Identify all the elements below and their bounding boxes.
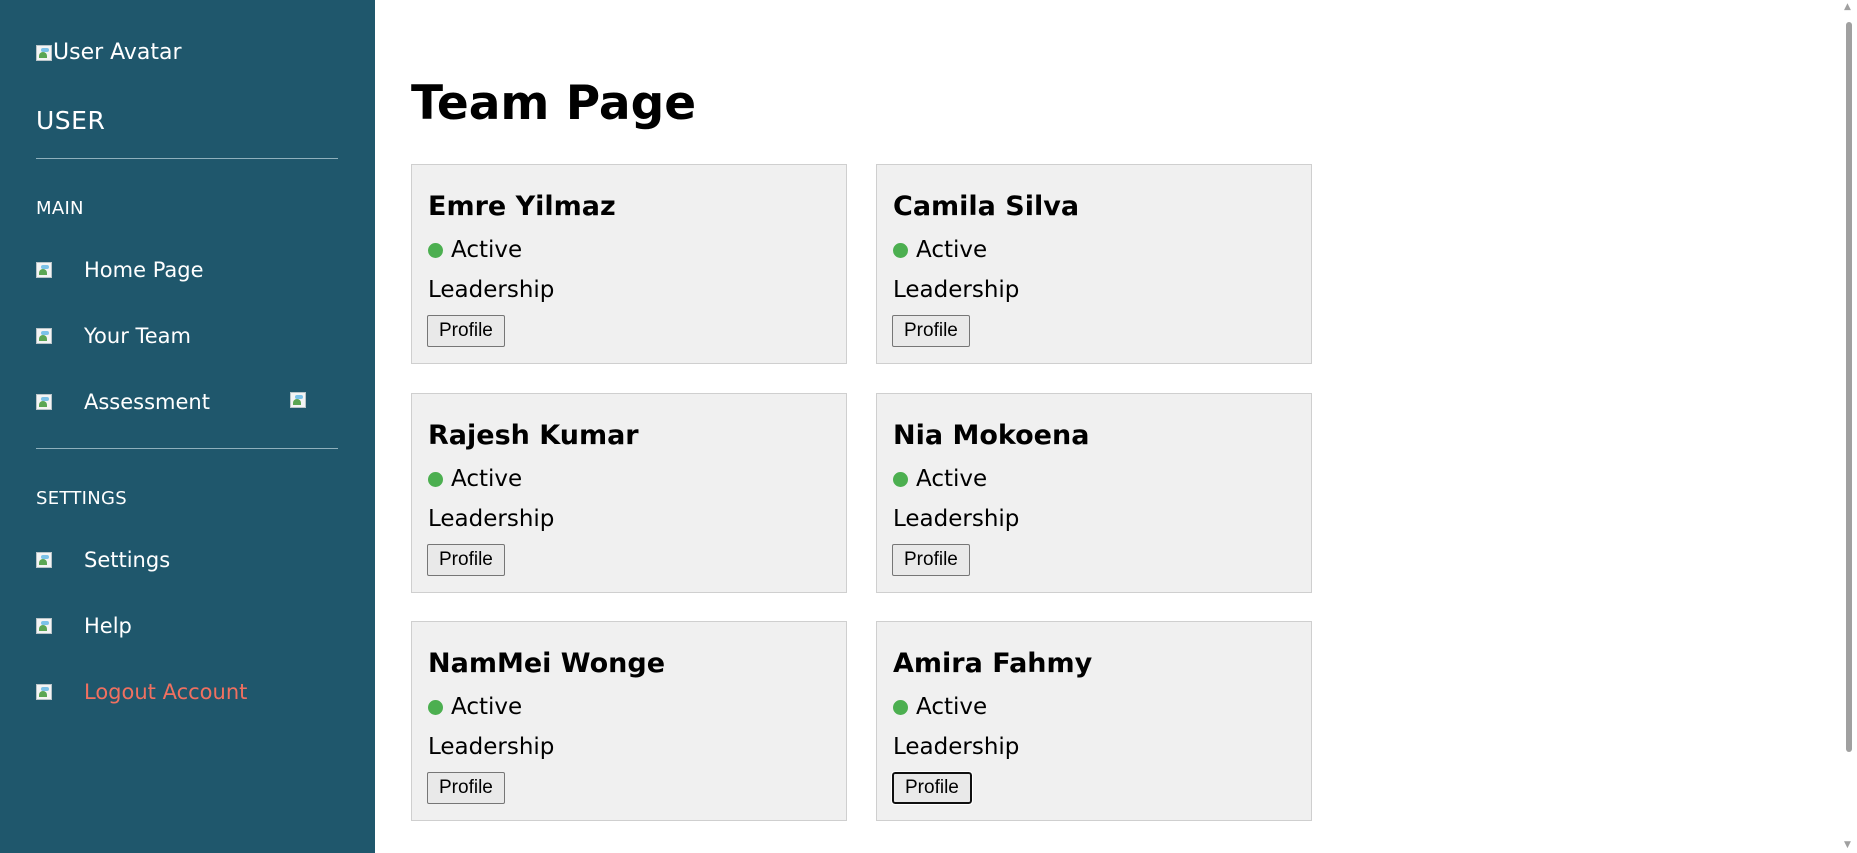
member-department: Leadership [893,506,1020,532]
status-text: Active [916,694,988,720]
help-icon [36,618,52,634]
sidebar-item-home[interactable]: Home Page [36,258,204,282]
status-text: Active [916,237,988,263]
member-department: Leadership [428,277,555,303]
section-label-main: MAIN [36,198,84,219]
status-dot-icon [893,242,908,258]
status-dot-icon [893,699,908,715]
sidebar: User Avatar USER MAIN Home Page Your Tea… [0,0,375,853]
sidebar-item-label: Home Page [84,258,204,282]
profile-button[interactable]: Profile [427,315,505,347]
status-text: Active [451,466,523,492]
status-dot-icon [428,471,443,487]
team-member-card: Rajesh Kumar Active Leadership Profile [411,393,847,593]
status-dot-icon [428,242,443,258]
status-dot-icon [428,699,443,715]
profile-button[interactable]: Profile [427,772,505,804]
team-member-card: Emre Yilmaz Active Leadership Profile [411,164,847,364]
avatar-alt-text: User Avatar [53,40,182,65]
status-indicator: Active [893,694,987,720]
sidebar-item-label: Logout Account [84,680,248,704]
status-indicator: Active [428,694,522,720]
sidebar-item-assessment[interactable]: Assessment [36,390,210,414]
status-indicator: Active [893,466,987,492]
team-icon [36,328,52,344]
settings-icon [36,552,52,568]
profile-button[interactable]: Profile [892,544,970,576]
profile-button[interactable]: Profile [892,315,970,347]
avatar-image-icon [36,44,52,61]
team-member-card: Camila Silva Active Leadership Profile [876,164,1312,364]
status-indicator: Active [893,237,987,263]
profile-button[interactable]: Profile [891,771,973,805]
sidebar-item-help[interactable]: Help [36,614,132,638]
member-name: Amira Fahmy [893,648,1093,679]
team-member-card: NamMei Wonge Active Leadership Profile [411,621,847,821]
sidebar-item-team[interactable]: Your Team [36,324,191,348]
profile-button[interactable]: Profile [427,544,505,576]
member-name: Nia Mokoena [893,420,1090,451]
page-title: Team Page [411,76,697,131]
status-indicator: Active [428,237,522,263]
member-department: Leadership [893,734,1020,760]
sidebar-item-settings[interactable]: Settings [36,548,170,572]
home-icon [36,262,52,278]
sidebar-divider [36,448,338,449]
section-label-settings: SETTINGS [36,488,128,509]
sidebar-item-label: Help [84,614,132,638]
sidebar-item-logout[interactable]: Logout Account [36,680,247,704]
vertical-scrollbar[interactable]: ▲ ▼ [1840,0,1857,853]
scroll-down-icon[interactable]: ▼ [1844,840,1851,850]
assessment-icon [36,394,52,410]
member-name: Emre Yilmaz [428,191,616,222]
sidebar-item-label: Assessment [84,390,210,414]
member-name: Rajesh Kumar [428,420,639,451]
user-role: USER [36,106,106,135]
status-dot-icon [893,471,908,487]
member-department: Leadership [893,277,1020,303]
member-department: Leadership [428,506,555,532]
member-name: Camila Silva [893,191,1080,222]
scroll-up-icon[interactable]: ▲ [1844,2,1851,12]
assessment-badge-icon [290,392,306,408]
sidebar-item-label: Settings [84,548,171,572]
status-indicator: Active [428,466,522,492]
sidebar-item-label: Your Team [84,324,192,348]
member-name: NamMei Wonge [428,648,666,679]
scrollbar-thumb[interactable] [1846,22,1852,752]
status-text: Active [451,237,523,263]
member-department: Leadership [428,734,555,760]
status-text: Active [916,466,988,492]
team-member-card: Nia Mokoena Active Leadership Profile [876,393,1312,593]
sidebar-divider [36,158,338,159]
status-text: Active [451,694,523,720]
user-avatar: User Avatar [36,40,182,65]
team-member-card: Amira Fahmy Active Leadership Profile [876,621,1312,821]
logout-icon [36,684,52,700]
